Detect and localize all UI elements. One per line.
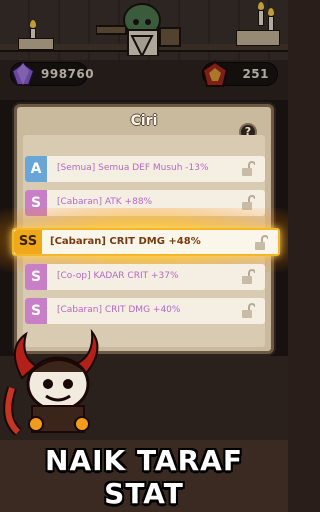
stat-text: [Co-op] KADAR CRIT +37% <box>57 271 179 281</box>
grade-badge: A <box>25 156 47 182</box>
stat-row-1[interactable]: A [Semua] Semua DEF Musuh -13% <box>25 156 265 182</box>
stat-text: [Cabaran] ATK +88% <box>57 197 153 207</box>
grade-badge-ss: SS <box>14 230 42 254</box>
stat-text: [Cabaran] CRIT DMG +40% <box>57 305 181 315</box>
grade-badge: S <box>25 264 47 290</box>
unlock-icon[interactable] <box>254 235 268 251</box>
stat-text: [Semua] Semua DEF Musuh -13% <box>57 163 209 173</box>
game-scene: 998760 251 Ciri ? A [Semua] Semua DEF Mu… <box>0 0 288 512</box>
stat-text: [Cabaran] CRIT DMG +48% <box>50 236 201 247</box>
slogan-text: NAIK TARAF STAT <box>45 444 243 510</box>
stat-row-5[interactable]: S [Cabaran] CRIT DMG +40% <box>25 298 265 324</box>
stat-row-4[interactable]: S [Co-op] KADAR CRIT +37% <box>25 264 265 290</box>
unlock-icon[interactable] <box>241 269 255 285</box>
demon-hero-icon <box>3 328 99 436</box>
grade-badge: S <box>25 298 47 324</box>
stat-row-highlighted[interactable]: SS [Cabaran] CRIT DMG +48% <box>12 228 280 256</box>
panel-title: Ciri <box>130 113 158 129</box>
unlock-icon[interactable] <box>241 161 255 177</box>
unlock-icon[interactable] <box>241 303 255 319</box>
